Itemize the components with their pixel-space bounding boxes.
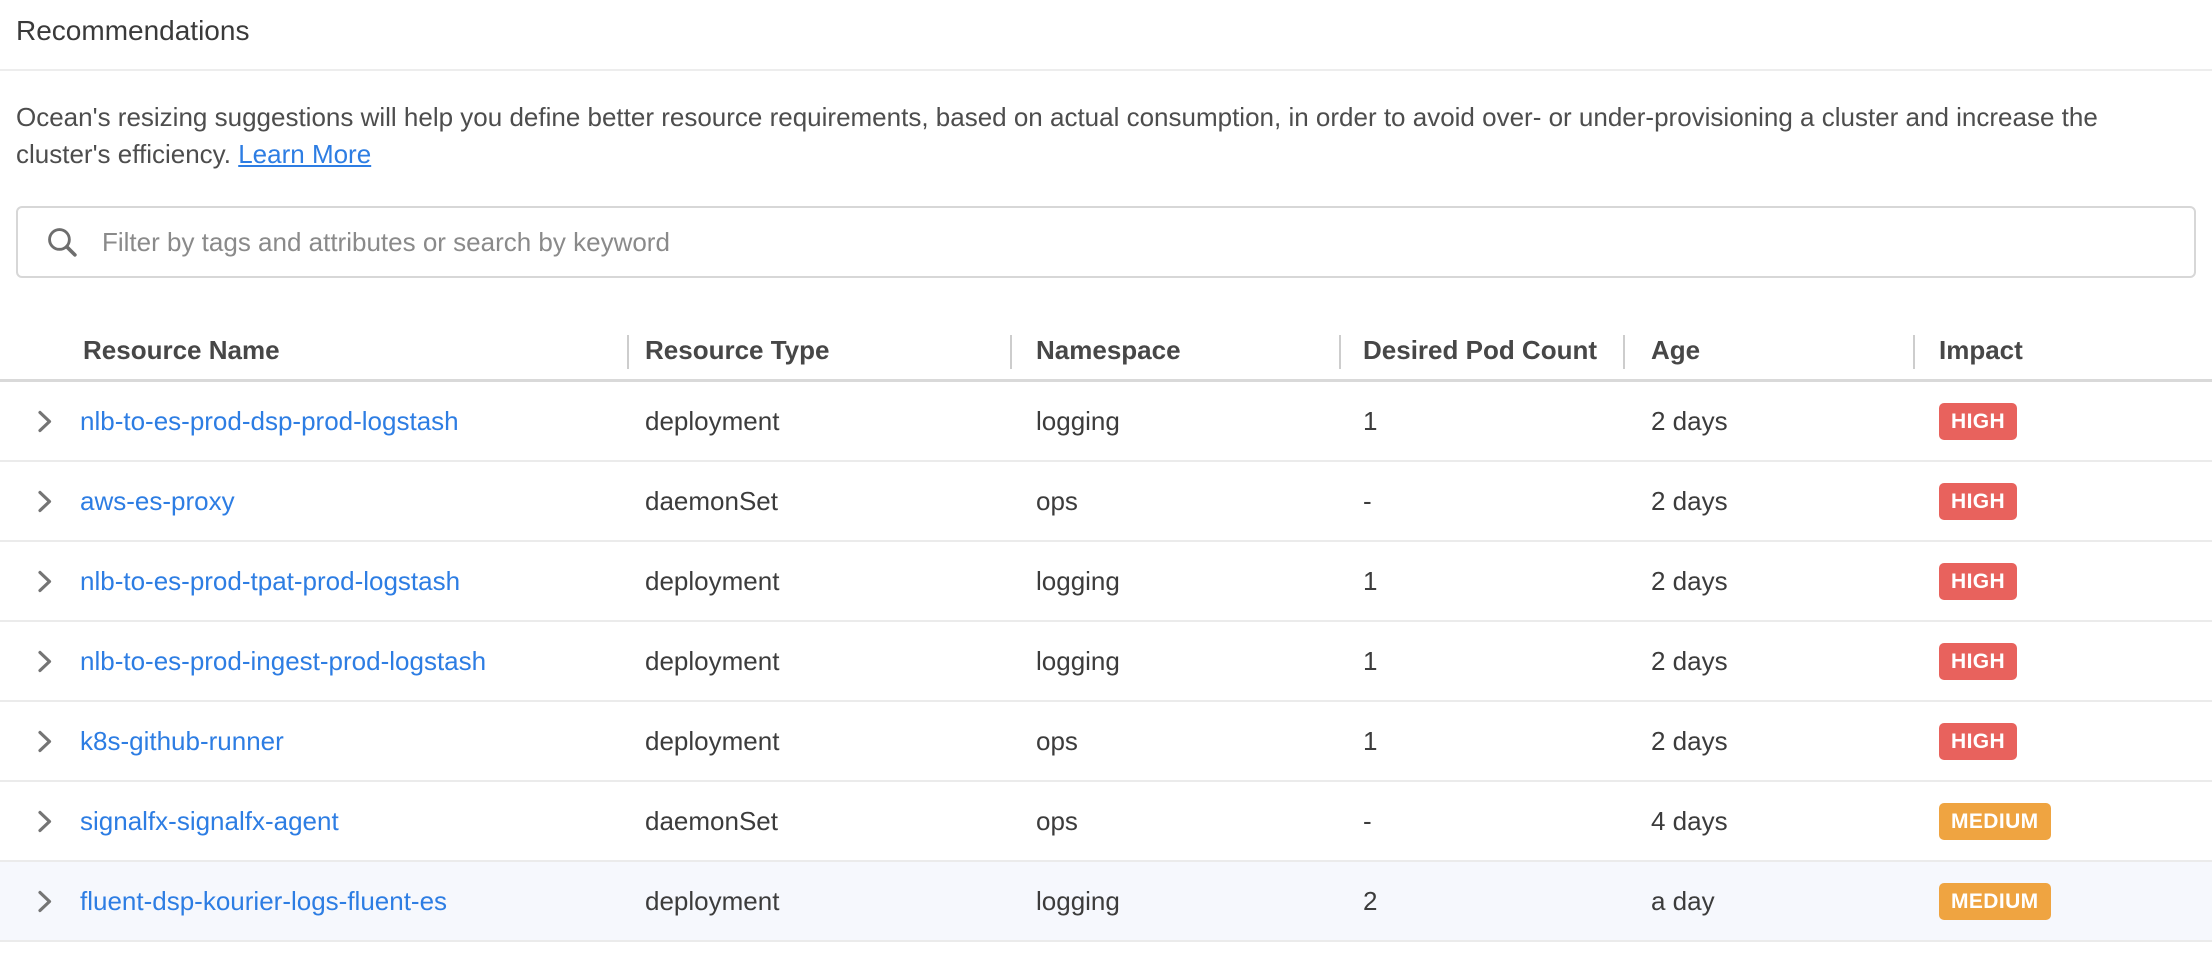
page-title: Recommendations xyxy=(16,13,2196,49)
impact-badge: HIGH xyxy=(1939,483,2017,520)
pod-count-cell: 1 xyxy=(1339,406,1623,437)
recommendations-page: Recommendations Ocean's resizing suggest… xyxy=(0,13,2212,942)
impact-badge: MEDIUM xyxy=(1939,803,2051,840)
resource-type-cell: daemonSet xyxy=(627,486,1010,517)
title-divider xyxy=(0,69,2212,71)
pod-count-cell: 2 xyxy=(1339,886,1623,917)
age-cell: 2 days xyxy=(1623,486,1913,517)
chevron-right-icon[interactable] xyxy=(36,569,53,594)
namespace-cell: logging xyxy=(1010,646,1339,677)
chevron-right-icon[interactable] xyxy=(36,649,53,674)
age-cell: 2 days xyxy=(1623,566,1913,597)
resource-name-cell: signalfx-signalfx-agent xyxy=(0,806,627,837)
column-header-impact[interactable]: Impact xyxy=(1913,322,2212,379)
resource-type-cell: deployment xyxy=(627,646,1010,677)
table-row[interactable]: fluent-dsp-kourier-logs-fluent-es deploy… xyxy=(0,862,2212,942)
namespace-cell: ops xyxy=(1010,806,1339,837)
resource-name-link[interactable]: k8s-github-runner xyxy=(80,726,284,757)
pod-count-cell: 1 xyxy=(1339,726,1623,757)
resource-type-cell: deployment xyxy=(627,886,1010,917)
resource-name-cell: k8s-github-runner xyxy=(0,726,627,757)
column-header-age[interactable]: Age xyxy=(1623,322,1913,379)
resource-type-cell: daemonSet xyxy=(627,806,1010,837)
search-input[interactable] xyxy=(100,226,2174,259)
column-header-resource-name[interactable]: Resource Name xyxy=(0,322,627,379)
resource-name-cell: fluent-dsp-kourier-logs-fluent-es xyxy=(0,886,627,917)
impact-cell: HIGH xyxy=(1913,723,2212,760)
impact-badge: HIGH xyxy=(1939,723,2017,760)
namespace-cell: ops xyxy=(1010,726,1339,757)
impact-cell: HIGH xyxy=(1913,403,2212,440)
pod-count-cell: - xyxy=(1339,486,1623,517)
resource-type-cell: deployment xyxy=(627,406,1010,437)
table-row[interactable]: nlb-to-es-prod-ingest-prod-logstash depl… xyxy=(0,622,2212,702)
table-row[interactable]: k8s-github-runner deployment ops 1 2 day… xyxy=(0,702,2212,782)
table-row[interactable]: aws-es-proxy daemonSet ops - 2 days HIGH xyxy=(0,462,2212,542)
table-row[interactable]: signalfx-signalfx-agent daemonSet ops - … xyxy=(0,782,2212,862)
resource-name-cell: nlb-to-es-prod-dsp-prod-logstash xyxy=(0,406,627,437)
age-cell: 2 days xyxy=(1623,406,1913,437)
resource-name-cell: aws-es-proxy xyxy=(0,486,627,517)
impact-badge: MEDIUM xyxy=(1939,883,2051,920)
namespace-cell: ops xyxy=(1010,486,1339,517)
resource-name-link[interactable]: nlb-to-es-prod-tpat-prod-logstash xyxy=(80,566,460,597)
age-cell: 4 days xyxy=(1623,806,1913,837)
column-header-namespace[interactable]: Namespace xyxy=(1010,322,1339,379)
page-description: Ocean's resizing suggestions will help y… xyxy=(16,99,2196,173)
impact-badge: HIGH xyxy=(1939,643,2017,680)
namespace-cell: logging xyxy=(1010,566,1339,597)
resource-name-link[interactable]: nlb-to-es-prod-ingest-prod-logstash xyxy=(80,646,486,677)
chevron-right-icon[interactable] xyxy=(36,409,53,434)
search-icon xyxy=(44,224,80,260)
impact-cell: MEDIUM xyxy=(1913,803,2212,840)
age-cell: 2 days xyxy=(1623,646,1913,677)
namespace-cell: logging xyxy=(1010,886,1339,917)
impact-badge: HIGH xyxy=(1939,403,2017,440)
resource-name-cell: nlb-to-es-prod-ingest-prod-logstash xyxy=(0,646,627,677)
impact-cell: HIGH xyxy=(1913,563,2212,600)
namespace-cell: logging xyxy=(1010,406,1339,437)
impact-cell: HIGH xyxy=(1913,643,2212,680)
resource-name-link[interactable]: fluent-dsp-kourier-logs-fluent-es xyxy=(80,886,447,917)
impact-cell: HIGH xyxy=(1913,483,2212,520)
impact-cell: MEDIUM xyxy=(1913,883,2212,920)
learn-more-link[interactable]: Learn More xyxy=(238,139,371,169)
recommendations-table: Resource Name Resource Type Namespace De… xyxy=(0,322,2212,942)
filter-search-bar[interactable] xyxy=(16,206,2196,278)
resource-name-link[interactable]: signalfx-signalfx-agent xyxy=(80,806,339,837)
chevron-right-icon[interactable] xyxy=(36,809,53,834)
table-row[interactable]: nlb-to-es-prod-tpat-prod-logstash deploy… xyxy=(0,542,2212,622)
pod-count-cell: 1 xyxy=(1339,566,1623,597)
chevron-right-icon[interactable] xyxy=(36,729,53,754)
column-header-resource-type[interactable]: Resource Type xyxy=(627,322,1010,379)
resource-type-cell: deployment xyxy=(627,566,1010,597)
table-row[interactable]: nlb-to-es-prod-dsp-prod-logstash deploym… xyxy=(0,382,2212,462)
chevron-right-icon[interactable] xyxy=(36,489,53,514)
pod-count-cell: - xyxy=(1339,806,1623,837)
table-body: nlb-to-es-prod-dsp-prod-logstash deploym… xyxy=(0,382,2212,942)
resource-name-link[interactable]: nlb-to-es-prod-dsp-prod-logstash xyxy=(80,406,459,437)
impact-badge: HIGH xyxy=(1939,563,2017,600)
age-cell: 2 days xyxy=(1623,726,1913,757)
resource-name-link[interactable]: aws-es-proxy xyxy=(80,486,235,517)
chevron-right-icon[interactable] xyxy=(36,889,53,914)
resource-name-cell: nlb-to-es-prod-tpat-prod-logstash xyxy=(0,566,627,597)
resource-type-cell: deployment xyxy=(627,726,1010,757)
age-cell: a day xyxy=(1623,886,1913,917)
column-header-desired-pod-count[interactable]: Desired Pod Count xyxy=(1339,322,1623,379)
pod-count-cell: 1 xyxy=(1339,646,1623,677)
table-header-row: Resource Name Resource Type Namespace De… xyxy=(0,322,2212,382)
